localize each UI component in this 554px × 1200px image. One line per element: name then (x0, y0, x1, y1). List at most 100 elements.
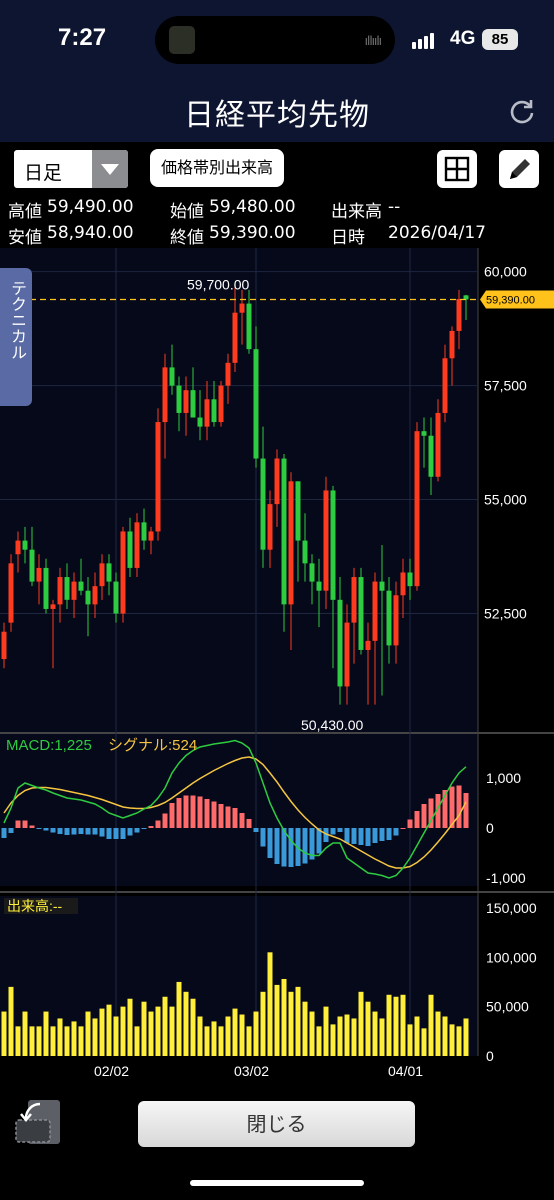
high-value: 59,490.00 (47, 197, 134, 217)
macd-histogram-bar (400, 828, 406, 829)
macd-histogram-bar (260, 828, 266, 847)
candle-body (183, 390, 189, 413)
candle-body (225, 362, 231, 386)
volume-bar (113, 1016, 119, 1056)
candle-body (295, 481, 301, 541)
draw-button[interactable] (499, 150, 539, 188)
macd-histogram-bar (1, 828, 7, 838)
volume-bar (197, 1016, 203, 1056)
volume-bar (351, 1018, 357, 1056)
candle-body (197, 417, 203, 427)
period-select-value: 日足 (24, 162, 63, 184)
price-panel-bg (0, 248, 478, 732)
high-label: 高値 (8, 202, 42, 222)
volume-bar (155, 1006, 161, 1056)
candle-body (365, 640, 371, 650)
volume-bar (330, 1024, 336, 1056)
page-title: 日経平均先物 (184, 98, 370, 133)
macd-histogram-bar (267, 828, 273, 858)
candle-body (281, 458, 287, 605)
candle-body (372, 581, 378, 641)
volume-tick-label: 50,000 (486, 999, 529, 1015)
candle-body (78, 581, 84, 591)
volume-bar (288, 991, 294, 1056)
period-select[interactable]: 日足 (14, 150, 128, 188)
volume-bar (183, 991, 189, 1056)
candle-body (15, 540, 21, 555)
volume-bar (239, 1014, 245, 1056)
macd-histogram-bar (29, 825, 35, 828)
volume-bar (190, 998, 196, 1056)
macd-histogram-bar (197, 796, 203, 828)
macd-histogram-bar (148, 826, 154, 828)
volume-bar (316, 1026, 322, 1056)
macd-histogram-bar (463, 793, 469, 828)
volume-bar (85, 1011, 91, 1056)
battery-icon: 85 (482, 29, 518, 50)
candle-body (260, 458, 266, 550)
candle-body (414, 431, 420, 587)
layout-grid-button[interactable] (437, 150, 477, 188)
current-price-label: 59,390.00 (486, 294, 535, 306)
volume-bar (323, 1006, 329, 1056)
volume-tick-label: 0 (486, 1048, 494, 1064)
macd-histogram-bar (218, 804, 224, 828)
volume-bar (393, 996, 399, 1056)
refresh-icon[interactable] (508, 97, 536, 125)
volume-bar (232, 1008, 238, 1056)
candle-body (127, 531, 133, 568)
macd-histogram-bar (99, 828, 105, 837)
volume-bar (134, 1026, 140, 1056)
candle-body (379, 581, 385, 591)
macd-histogram-bar (36, 828, 42, 829)
candle-body (22, 540, 28, 550)
macd-histogram-bar (190, 795, 196, 828)
dynamic-island: ıllıılı (155, 16, 395, 64)
volume-tick-label: 150,000 (486, 900, 537, 916)
volume-bar (372, 1011, 378, 1056)
price-band-volume-button[interactable]: 価格帯別出来高 (150, 149, 284, 187)
price-tick-label: 55,000 (484, 492, 527, 508)
macd-histogram-bar (211, 801, 217, 828)
signal-label: シグナル:524 (108, 737, 197, 754)
volume-bar (78, 1026, 84, 1056)
volume-info-value: -- (388, 197, 401, 217)
volume-bar (449, 1024, 455, 1056)
candle-body (239, 303, 245, 313)
close-button[interactable]: 閉じる (138, 1101, 415, 1147)
candle-body (36, 567, 42, 582)
candle-body (302, 540, 308, 564)
candle-body (99, 563, 105, 587)
volume-bar (169, 1006, 175, 1056)
volume-bar (435, 1011, 441, 1056)
macd-histogram-bar (456, 785, 462, 828)
candle-body (288, 481, 294, 605)
chart-area[interactable]: 60,000 57,500 55,000 52,500 02/02 03/02 04/01 5… (0, 248, 554, 1084)
volume-bar (281, 978, 287, 1056)
candle-body (386, 590, 392, 646)
volume-bar (421, 1028, 427, 1056)
technical-tab-label: テクニカル (8, 280, 27, 360)
x-tick-label: 03/02 (234, 1063, 269, 1079)
macd-histogram-bar (8, 828, 14, 833)
volume-info-label: 出来高 (331, 202, 382, 222)
candle-body (71, 581, 77, 600)
volume-bar (8, 986, 14, 1056)
macd-histogram-bar (106, 828, 112, 839)
candle-body (204, 399, 210, 427)
status-bar: 7:27 ıllıılı 4G 85 (0, 0, 554, 80)
volume-tick-label: 100,000 (486, 949, 537, 965)
candle-body (218, 385, 224, 423)
candle-body (64, 577, 70, 600)
candle-body (246, 303, 252, 350)
rotate-screen-icon[interactable] (14, 1098, 62, 1146)
macd-histogram-bar (92, 828, 98, 835)
macd-histogram-bar (414, 811, 420, 828)
volume-bar (106, 1004, 112, 1056)
volume-bar (344, 1014, 350, 1056)
technical-side-tab[interactable]: テクニカル (0, 268, 32, 406)
macd-histogram-bar (393, 828, 399, 836)
volume-bar (204, 1026, 210, 1056)
grid-icon (444, 156, 470, 182)
macd-histogram-bar (421, 804, 427, 828)
